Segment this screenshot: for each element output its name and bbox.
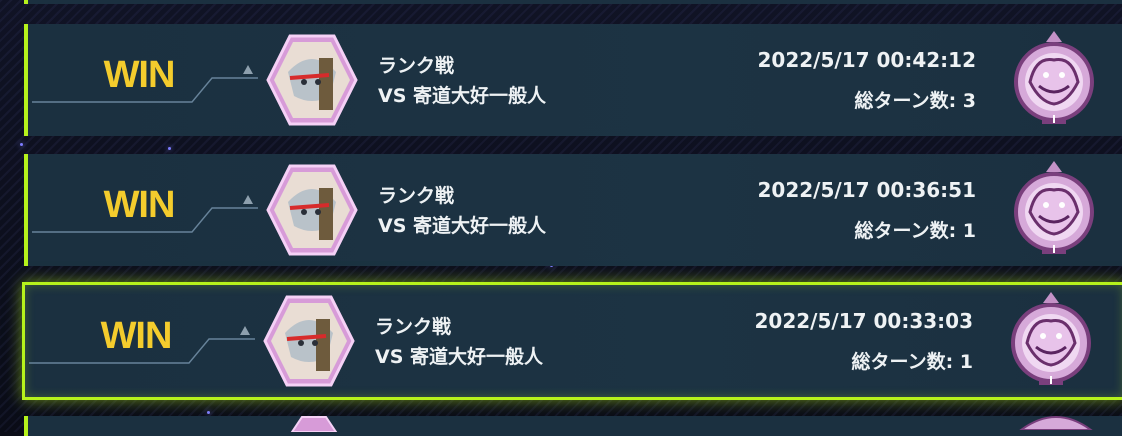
sparkle bbox=[207, 411, 210, 414]
match-card[interactable]: WIN ランク戦 VS 寄道大好一般人 2022/5/17 00:36:51 総… bbox=[24, 154, 1122, 266]
opponent-name: VS 寄道大好一般人 bbox=[378, 215, 547, 237]
connector-line bbox=[32, 195, 258, 233]
sparkle bbox=[20, 143, 23, 146]
rank-emblem-icon bbox=[1014, 161, 1094, 254]
match-datetime: 2022/5/17 00:42:12 bbox=[757, 48, 976, 72]
sparkle bbox=[168, 147, 171, 150]
rank-emblem-icon bbox=[1014, 31, 1094, 124]
connector-line bbox=[32, 65, 258, 103]
rank-emblem-icon bbox=[1019, 416, 1093, 430]
next-match-card-partial[interactable] bbox=[24, 416, 1122, 436]
connector-line bbox=[29, 326, 255, 364]
match-mode: ランク戦 bbox=[378, 55, 455, 77]
opponent-name: VS 寄道大好一般人 bbox=[378, 85, 547, 107]
rank-emblem-icon bbox=[1011, 292, 1091, 385]
previous-match-card-partial[interactable] bbox=[24, 0, 1122, 4]
match-mode: ランク戦 bbox=[375, 316, 452, 338]
match-datetime: 2022/5/17 00:36:51 bbox=[757, 178, 976, 202]
opponent-avatar-icon[interactable] bbox=[266, 34, 358, 126]
match-card-selected[interactable]: WIN ランク戦 VS 寄道大好一般人 2022/5/17 00:33:03 総… bbox=[22, 282, 1122, 400]
opponent-name: VS 寄道大好一般人 bbox=[375, 346, 544, 368]
match-card[interactable]: WIN ランク戦 VS 寄道大好一般人 2022/5/17 00:42:12 総… bbox=[24, 24, 1122, 136]
match-datetime: 2022/5/17 00:33:03 bbox=[754, 309, 973, 333]
opponent-avatar-icon[interactable] bbox=[263, 295, 355, 387]
opponent-avatar-icon[interactable] bbox=[266, 164, 358, 256]
total-turns: 総ターン数: 1 bbox=[854, 220, 976, 242]
total-turns: 総ターン数: 3 bbox=[854, 90, 976, 112]
match-mode: ランク戦 bbox=[378, 185, 455, 207]
total-turns: 総ターン数: 1 bbox=[851, 351, 973, 373]
opponent-avatar-icon[interactable] bbox=[290, 416, 338, 432]
